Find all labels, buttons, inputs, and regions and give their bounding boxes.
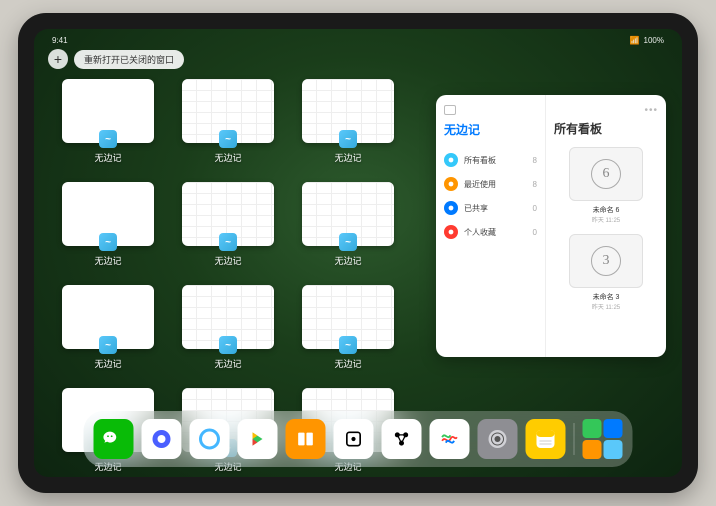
category-label: 个人收藏 (464, 227, 527, 238)
category-item[interactable]: 已共享 0 (444, 196, 537, 220)
new-window-button[interactable]: + (48, 49, 68, 69)
freeform-app-icon (339, 130, 357, 148)
window-thumb[interactable]: 无边记 (178, 285, 278, 370)
status-bar: 9:41 📶 100% (34, 33, 682, 47)
window-label: 无边记 (214, 254, 241, 267)
board-card[interactable]: 3 未命名 3昨天 11:25 (554, 234, 658, 311)
board-date: 昨天 11:25 (554, 215, 658, 224)
window-preview (62, 79, 154, 143)
window-preview (62, 285, 154, 349)
window-thumb[interactable]: 无边记 (298, 79, 398, 164)
battery-text: 100% (644, 36, 664, 45)
window-label: 无边记 (334, 254, 361, 267)
dock (84, 411, 633, 467)
window-label: 无边记 (94, 357, 121, 370)
board-glyph: 3 (591, 246, 621, 276)
board-preview: 3 (569, 234, 643, 288)
category-count: 0 (533, 204, 537, 213)
play-app-icon[interactable] (238, 419, 278, 459)
notes-app-icon[interactable] (526, 419, 566, 459)
reopen-closed-window-button[interactable]: 重新打开已关闭的窗口 (74, 50, 184, 69)
board-name: 未命名 6 (554, 205, 658, 215)
category-icon (444, 225, 458, 239)
connect-app-icon[interactable] (382, 419, 422, 459)
dock-recent-apps[interactable] (583, 419, 623, 459)
window-label: 无边记 (214, 357, 241, 370)
freeform-app-icon (99, 233, 117, 251)
wechat-app-icon[interactable] (94, 419, 134, 459)
category-item[interactable]: 个人收藏 0 (444, 220, 537, 244)
panel-toolbar (444, 105, 537, 115)
category-icon (444, 153, 458, 167)
window-thumb[interactable]: 无边记 (298, 182, 398, 267)
category-count: 8 (533, 180, 537, 189)
qqbrowser-app-icon[interactable] (190, 419, 230, 459)
window-thumb[interactable]: 无边记 (298, 285, 398, 370)
board-list: 6未命名 6昨天 11:253未命名 3昨天 11:25 (554, 147, 658, 311)
settings-app-icon[interactable] (478, 419, 518, 459)
window-thumb[interactable]: 无边记 (178, 79, 278, 164)
freeform-app-icon (219, 130, 237, 148)
window-thumb[interactable]: 无边记 (58, 285, 158, 370)
board-card[interactable]: 6 未命名 6昨天 11:25 (554, 147, 658, 224)
category-count: 0 (533, 228, 537, 237)
category-icon (444, 201, 458, 215)
sidebar-toggle-icon[interactable] (444, 105, 456, 115)
app-sidebar-panel[interactable]: 无边记 所有看板8最近使用8已共享0个人收藏0 ••• 所有看板 6未命名 6昨… (436, 95, 666, 357)
window-label: 无边记 (214, 151, 241, 164)
window-label: 无边记 (94, 151, 121, 164)
category-icon (444, 177, 458, 191)
dock-separator (574, 423, 575, 455)
board-preview: 6 (569, 147, 643, 201)
board-date: 昨天 11:25 (554, 302, 658, 311)
sidebar-left: 无边记 所有看板 8 最近使用 8 已共享 0 个人收藏 0 (436, 95, 546, 357)
window-thumb[interactable]: 无边记 (58, 182, 158, 267)
window-label: 无边记 (334, 357, 361, 370)
board-name: 未命名 3 (554, 292, 658, 302)
window-preview (182, 79, 274, 143)
freeform-app-icon (99, 130, 117, 148)
freeform-app-icon[interactable] (430, 419, 470, 459)
freeform-app-icon (219, 233, 237, 251)
status-right: 📶 100% (630, 36, 664, 45)
sidebar-right: ••• 所有看板 6未命名 6昨天 11:253未命名 3昨天 11:25 (546, 95, 666, 357)
category-item[interactable]: 所有看板 8 (444, 148, 537, 172)
category-count: 8 (533, 156, 537, 165)
reopen-label: 重新打开已关闭的窗口 (84, 55, 174, 65)
category-label: 所有看板 (464, 155, 527, 166)
more-icon[interactable]: ••• (554, 105, 658, 116)
dice-app-icon[interactable] (334, 419, 374, 459)
category-label: 最近使用 (464, 179, 527, 190)
freeform-app-icon (219, 336, 237, 354)
window-preview (302, 79, 394, 143)
top-controls: + 重新打开已关闭的窗口 (48, 49, 184, 69)
board-glyph: 6 (591, 159, 621, 189)
wifi-icon: 📶 (630, 36, 640, 45)
freeform-app-icon (339, 233, 357, 251)
window-label: 无边记 (94, 254, 121, 267)
books-app-icon[interactable] (286, 419, 326, 459)
window-thumb[interactable]: 无边记 (178, 182, 278, 267)
plus-icon: + (54, 51, 62, 67)
category-item[interactable]: 最近使用 8 (444, 172, 537, 196)
window-preview (302, 182, 394, 246)
panel-title: 无边记 (444, 121, 537, 138)
category-label: 已共享 (464, 203, 527, 214)
window-label: 无边记 (334, 151, 361, 164)
window-preview (182, 285, 274, 349)
freeform-app-icon (339, 336, 357, 354)
ipad-frame: 9:41 📶 100% + 重新打开已关闭的窗口 无边记无边记无边记无边记无边记… (18, 13, 698, 493)
right-title: 所有看板 (554, 120, 658, 137)
category-list: 所有看板 8 最近使用 8 已共享 0 个人收藏 0 (444, 148, 537, 244)
screen: 9:41 📶 100% + 重新打开已关闭的窗口 无边记无边记无边记无边记无边记… (34, 29, 682, 477)
window-thumb[interactable]: 无边记 (58, 79, 158, 164)
window-preview (182, 182, 274, 246)
window-preview (62, 182, 154, 246)
quark-app-icon[interactable] (142, 419, 182, 459)
window-preview (302, 285, 394, 349)
freeform-app-icon (99, 336, 117, 354)
dock-main (94, 419, 566, 459)
status-time: 9:41 (52, 36, 68, 45)
